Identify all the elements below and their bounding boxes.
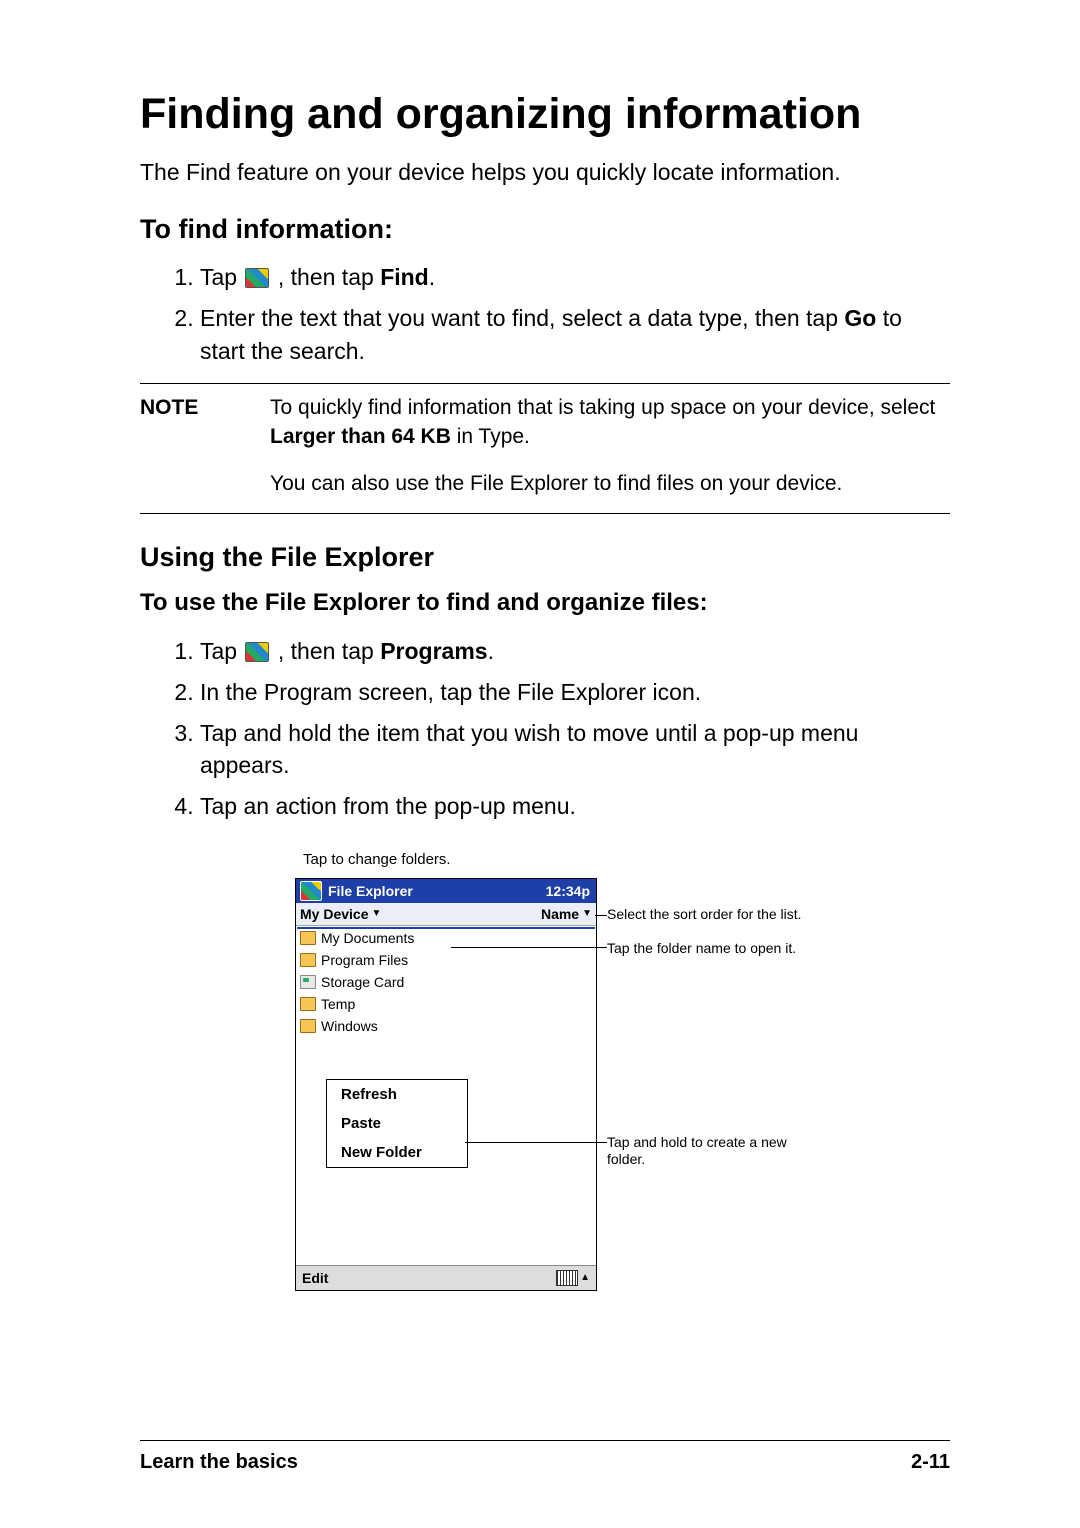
heading-using-explorer: Using the File Explorer bbox=[140, 542, 950, 573]
footer-section: Learn the basics bbox=[140, 1451, 298, 1474]
folder-icon bbox=[300, 931, 316, 945]
nav-row: My Device▼ Name▼ bbox=[296, 903, 596, 926]
chevron-down-icon: ▼ bbox=[371, 908, 381, 919]
note-text-2: You can also use the File Explorer to fi… bbox=[270, 470, 950, 499]
intro-text: The Find feature on your device helps yo… bbox=[140, 157, 950, 188]
storage-card-icon bbox=[300, 975, 316, 989]
folder-row[interactable]: Windows bbox=[300, 1015, 596, 1037]
start-flag-icon[interactable] bbox=[300, 881, 322, 901]
explorer-step-1: Tap , then tap Programs. bbox=[200, 635, 950, 668]
file-list: My Documents Program Files Storage Card … bbox=[296, 926, 596, 1039]
note-block: NOTE To quickly find information that is… bbox=[140, 383, 950, 514]
keyboard-icon bbox=[556, 1270, 578, 1286]
sort-dropdown[interactable]: Name▼ bbox=[541, 906, 596, 922]
folder-row[interactable]: Temp bbox=[300, 993, 596, 1015]
start-flag-icon bbox=[245, 268, 269, 288]
note-text-1: To quickly find information that is taki… bbox=[270, 394, 950, 452]
titlebar-time: 12:34p bbox=[546, 883, 596, 899]
find-step-1: Tap , then tap Find. bbox=[200, 261, 950, 294]
callout-sort-order: Select the sort order for the list. bbox=[607, 906, 802, 924]
start-flag-icon bbox=[245, 642, 269, 662]
page-footer: Learn the basics 2-11 bbox=[140, 1440, 950, 1474]
titlebar: File Explorer 12:34p bbox=[296, 879, 596, 903]
menu-item-paste[interactable]: Paste bbox=[327, 1109, 467, 1138]
folder-row[interactable]: My Documents bbox=[300, 927, 596, 949]
location-dropdown[interactable]: My Device▼ bbox=[296, 906, 541, 922]
explorer-step-3: Tap and hold the item that you wish to m… bbox=[200, 717, 950, 782]
subheading-use-explorer: To use the File Explorer to find and org… bbox=[140, 589, 950, 617]
menu-item-refresh[interactable]: Refresh bbox=[327, 1080, 467, 1109]
page-title: Finding and organizing information bbox=[140, 90, 950, 139]
folder-icon bbox=[300, 997, 316, 1011]
folder-icon bbox=[300, 1019, 316, 1033]
callout-new-folder: Tap and hold to create a new folder. bbox=[607, 1134, 807, 1169]
edit-menu[interactable]: Edit bbox=[302, 1270, 328, 1286]
file-explorer-figure: Tap to change folders. File Explorer 12:… bbox=[295, 851, 795, 1291]
device-screenshot: File Explorer 12:34p My Device▼ Name▼ My… bbox=[295, 878, 597, 1291]
footer-page-number: 2-11 bbox=[911, 1451, 950, 1474]
caption-tap-change-folders: Tap to change folders. bbox=[303, 851, 795, 868]
menu-item-new-folder[interactable]: New Folder bbox=[327, 1138, 467, 1167]
context-menu: Refresh Paste New Folder bbox=[326, 1079, 468, 1168]
chevron-up-icon: ▲ bbox=[580, 1272, 590, 1283]
sip-toggle[interactable]: ▲ bbox=[556, 1270, 590, 1286]
folder-row[interactable]: Program Files bbox=[300, 949, 596, 971]
explorer-step-2: In the Program screen, tap the File Expl… bbox=[200, 676, 950, 709]
folder-icon bbox=[300, 953, 316, 967]
note-label: NOTE bbox=[140, 394, 270, 452]
heading-find-information: To find information: bbox=[140, 214, 950, 245]
chevron-down-icon: ▼ bbox=[582, 908, 592, 919]
explorer-step-4: Tap an action from the pop-up menu. bbox=[200, 790, 950, 823]
callout-open-folder: Tap the folder name to open it. bbox=[607, 940, 796, 958]
titlebar-title: File Explorer bbox=[326, 883, 546, 899]
edit-bar: Edit ▲ bbox=[296, 1265, 596, 1290]
find-step-2: Enter the text that you want to find, se… bbox=[200, 302, 950, 367]
folder-row[interactable]: Storage Card bbox=[300, 971, 596, 993]
